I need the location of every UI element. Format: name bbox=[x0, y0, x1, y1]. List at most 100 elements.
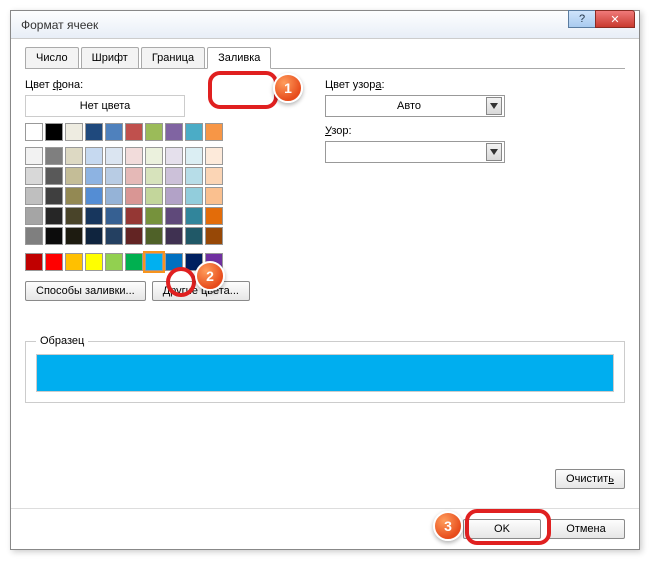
color-swatch[interactable] bbox=[105, 207, 123, 225]
ok-button[interactable]: OK bbox=[463, 519, 541, 539]
color-swatch[interactable] bbox=[185, 167, 203, 185]
color-swatch[interactable] bbox=[65, 253, 83, 271]
color-swatch[interactable] bbox=[185, 123, 203, 141]
color-swatch[interactable] bbox=[65, 123, 83, 141]
color-swatch[interactable] bbox=[85, 167, 103, 185]
color-swatch[interactable] bbox=[45, 187, 63, 205]
color-swatch[interactable] bbox=[185, 227, 203, 245]
color-swatch[interactable] bbox=[45, 147, 63, 165]
color-swatch[interactable] bbox=[145, 187, 163, 205]
color-swatch[interactable] bbox=[165, 207, 183, 225]
color-swatch[interactable] bbox=[125, 253, 143, 271]
color-swatch[interactable] bbox=[145, 167, 163, 185]
color-swatch[interactable] bbox=[25, 227, 43, 245]
window-buttons: ? ✕ bbox=[569, 10, 635, 28]
color-swatch[interactable] bbox=[105, 227, 123, 245]
chevron-down-icon bbox=[486, 143, 502, 161]
dialog-window: Формат ячеек ? ✕ Число Шрифт Граница Зал… bbox=[10, 10, 640, 550]
help-icon: ? bbox=[579, 13, 585, 25]
color-swatch[interactable] bbox=[45, 123, 63, 141]
color-swatch[interactable] bbox=[25, 207, 43, 225]
color-swatch[interactable] bbox=[85, 253, 103, 271]
tab-number[interactable]: Число bbox=[25, 47, 79, 69]
color-swatch[interactable] bbox=[25, 147, 43, 165]
color-swatch[interactable] bbox=[145, 123, 163, 141]
color-swatch[interactable] bbox=[105, 167, 123, 185]
color-swatch[interactable] bbox=[105, 123, 123, 141]
pattern-section: Цвет узора: Авто Узор: bbox=[325, 79, 585, 301]
pattern-color-combo[interactable]: Авто bbox=[325, 95, 505, 117]
color-swatch[interactable] bbox=[165, 253, 183, 271]
color-swatch[interactable] bbox=[105, 147, 123, 165]
color-swatch[interactable] bbox=[145, 253, 163, 271]
color-swatch[interactable] bbox=[85, 227, 103, 245]
color-swatch[interactable] bbox=[105, 253, 123, 271]
tab-strip: Число Шрифт Граница Заливка bbox=[25, 47, 625, 69]
color-swatch[interactable] bbox=[65, 167, 83, 185]
color-swatch[interactable] bbox=[85, 147, 103, 165]
color-swatch[interactable] bbox=[85, 187, 103, 205]
color-swatch[interactable] bbox=[125, 187, 143, 205]
color-swatch[interactable] bbox=[125, 207, 143, 225]
close-icon: ✕ bbox=[610, 13, 619, 26]
bg-color-label: Цвет фона: bbox=[25, 79, 295, 91]
color-swatch[interactable] bbox=[205, 167, 223, 185]
fill-effects-button[interactable]: Способы заливки... bbox=[25, 281, 146, 301]
color-swatch[interactable] bbox=[25, 253, 43, 271]
color-swatch[interactable] bbox=[25, 123, 43, 141]
color-swatch[interactable] bbox=[65, 147, 83, 165]
palette-theme-shades bbox=[25, 147, 295, 245]
color-swatch[interactable] bbox=[85, 123, 103, 141]
color-swatch[interactable] bbox=[65, 227, 83, 245]
color-swatch[interactable] bbox=[45, 167, 63, 185]
color-swatch[interactable] bbox=[125, 227, 143, 245]
tab-font[interactable]: Шрифт bbox=[81, 47, 139, 69]
color-swatch[interactable] bbox=[85, 207, 103, 225]
pattern-color-label: Цвет узора: bbox=[325, 79, 585, 91]
color-swatch[interactable] bbox=[105, 187, 123, 205]
clear-button[interactable]: Очистить bbox=[555, 469, 625, 489]
color-swatch[interactable] bbox=[165, 187, 183, 205]
sample-label: Образец bbox=[36, 335, 88, 347]
help-button[interactable]: ? bbox=[568, 10, 596, 28]
color-swatch[interactable] bbox=[165, 147, 183, 165]
color-swatch[interactable] bbox=[205, 187, 223, 205]
color-swatch[interactable] bbox=[125, 167, 143, 185]
pattern-combo[interactable] bbox=[325, 141, 505, 163]
dialog-title: Формат ячеек bbox=[17, 18, 98, 32]
color-swatch[interactable] bbox=[205, 207, 223, 225]
color-swatch[interactable] bbox=[185, 207, 203, 225]
no-color-button[interactable]: Нет цвета bbox=[25, 95, 185, 117]
color-swatch[interactable] bbox=[25, 187, 43, 205]
color-swatch[interactable] bbox=[65, 207, 83, 225]
tab-fill[interactable]: Заливка bbox=[207, 47, 271, 69]
close-button[interactable]: ✕ bbox=[595, 10, 635, 28]
color-swatch[interactable] bbox=[185, 187, 203, 205]
dialog-footer: OK Отмена bbox=[11, 508, 639, 549]
tab-border[interactable]: Граница bbox=[141, 47, 205, 69]
color-swatch[interactable] bbox=[45, 253, 63, 271]
color-swatch[interactable] bbox=[145, 227, 163, 245]
color-swatch[interactable] bbox=[145, 207, 163, 225]
color-swatch[interactable] bbox=[165, 123, 183, 141]
palette-theme-main bbox=[25, 123, 295, 141]
color-swatch[interactable] bbox=[45, 207, 63, 225]
color-swatch[interactable] bbox=[25, 167, 43, 185]
cancel-button[interactable]: Отмена bbox=[547, 519, 625, 539]
dialog-body: Число Шрифт Граница Заливка Цвет фона: Н… bbox=[11, 39, 639, 549]
palette-standard bbox=[25, 253, 295, 271]
annotation-badge: 3 bbox=[433, 511, 463, 541]
color-swatch[interactable] bbox=[205, 123, 223, 141]
color-swatch[interactable] bbox=[45, 227, 63, 245]
sample-preview bbox=[36, 354, 614, 392]
color-swatch[interactable] bbox=[65, 187, 83, 205]
color-swatch[interactable] bbox=[185, 147, 203, 165]
color-swatch[interactable] bbox=[165, 227, 183, 245]
color-swatch[interactable] bbox=[165, 167, 183, 185]
pattern-label: Узор: bbox=[325, 125, 585, 137]
color-swatch[interactable] bbox=[205, 227, 223, 245]
color-swatch[interactable] bbox=[145, 147, 163, 165]
color-swatch[interactable] bbox=[125, 123, 143, 141]
color-swatch[interactable] bbox=[205, 147, 223, 165]
color-swatch[interactable] bbox=[125, 147, 143, 165]
